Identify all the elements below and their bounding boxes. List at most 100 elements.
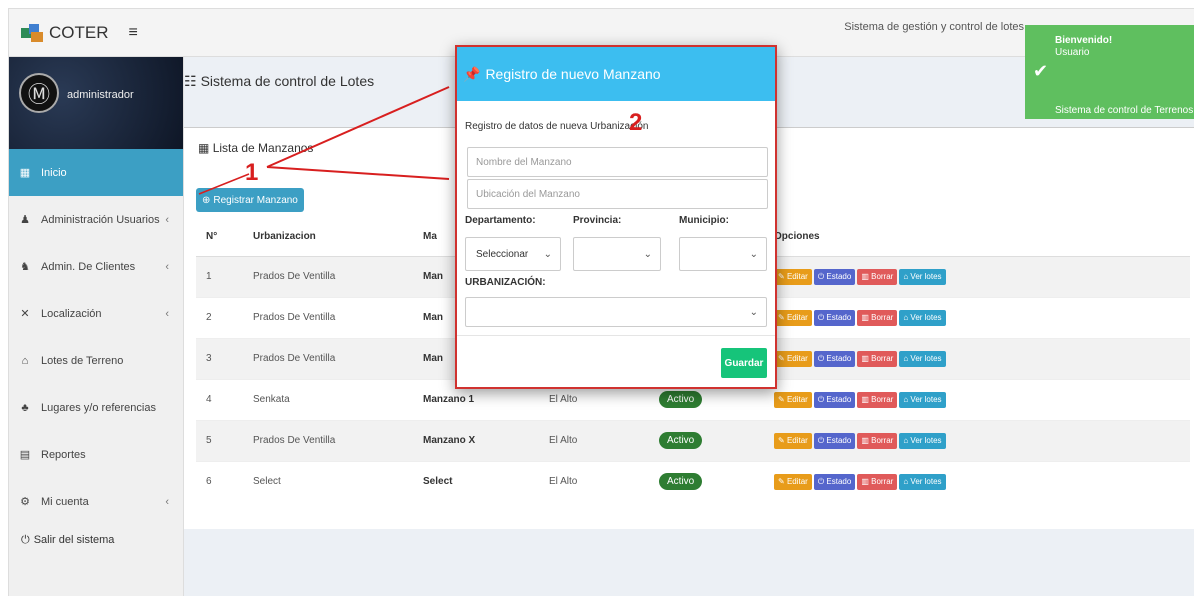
view-lots-button[interactable]: ⌂ Ver lotes (899, 473, 946, 490)
annotation-number-2: 2 (629, 109, 643, 136)
trash-icon: ▥ (861, 477, 869, 487)
view-lots-button[interactable]: ⌂ Ver lotes (899, 268, 946, 285)
logout-label: Salir del sistema (33, 534, 115, 546)
sidebar-item-micuenta[interactable]: ⚙ Mi cuenta ‹ (9, 478, 183, 525)
pencil-icon: ✎ (778, 436, 785, 445)
sidebar-item-reportes[interactable]: ▤ Reportes (9, 431, 183, 478)
toast-user: Usuario (1055, 47, 1090, 58)
municipio-label: Municipio: (679, 215, 729, 226)
edit-button[interactable]: ✎ Editar (774, 432, 812, 449)
sidebar: Ⓜ administrador ▦ Inicio ♟ Administració… (9, 57, 184, 596)
cell-options: ✎ Editar ⏻ Estado ▥ Borrar ⌂ Ver lotes (764, 419, 1190, 461)
modal-subtitle: Registro de datos de nueva Urbanización (465, 121, 649, 132)
edit-button[interactable]: ✎ Editar (774, 309, 812, 326)
cell-number: 5 (196, 419, 243, 461)
edit-button[interactable]: ✎ Editar (774, 268, 812, 285)
pin-icon: 📌 (463, 65, 481, 82)
cell-urbanizacion: Prados De Ventilla (243, 337, 413, 379)
power-icon: ⏻ (817, 271, 825, 281)
box-title: ▦ Lista de Manzanos (198, 141, 314, 155)
brand-logo[interactable]: COTER ≡ (9, 9, 184, 57)
provincia-select[interactable]: ⌄ (573, 237, 661, 271)
status-button[interactable]: ⏻ Estado (813, 473, 856, 490)
cell-urbanizacion: Prados De Ventilla (243, 255, 413, 297)
plus-circle-icon: ⊕ (202, 194, 211, 206)
delete-button[interactable]: ▥ Borrar (857, 309, 898, 326)
annotation-number-1: 1 (245, 159, 259, 186)
status-button[interactable]: ⏻ Estado (813, 350, 856, 367)
sidebar-item-label: Mi cuenta (41, 495, 89, 508)
register-manzano-modal: 📌 Registro de nuevo Manzano Registro de … (455, 45, 777, 389)
status-button[interactable]: ⏻ Estado (813, 432, 856, 449)
cogs-icon: ⚙ (20, 496, 30, 508)
welcome-toast[interactable]: Bienvenido! Usuario ✔ Sistema de control… (1025, 25, 1194, 119)
sidebar-item-lugares[interactable]: ♣ Lugares y/o referencias (9, 384, 183, 431)
power-icon: ⏻ (21, 533, 30, 546)
cell-manzano: Manzano X (413, 419, 539, 461)
sidebar-item-label: Localización (41, 307, 102, 320)
edit-button[interactable]: ✎ Editar (774, 473, 812, 490)
column-header: N° (196, 218, 243, 257)
column-header: Urbanizacion (243, 218, 413, 257)
delete-button[interactable]: ▥ Borrar (857, 268, 898, 285)
save-button[interactable]: Guardar (721, 348, 767, 378)
chevron-left-icon: ‹ (165, 495, 169, 508)
sidebar-item-label: Admin. De Clientes (41, 260, 136, 273)
delete-button[interactable]: ▥ Borrar (857, 391, 898, 408)
status-badge: Activo (659, 473, 703, 491)
municipio-select[interactable]: ⌄ (679, 237, 767, 271)
sidebar-item-clientes[interactable]: ♞ Admin. De Clientes ‹ (9, 243, 183, 290)
view-lots-button[interactable]: ⌂ Ver lotes (899, 432, 946, 449)
departamento-select[interactable]: Seleccionar ⌄ (465, 237, 561, 271)
cell-number: 4 (196, 378, 243, 420)
column-header: Opciones (764, 218, 1190, 257)
edit-button[interactable]: ✎ Editar (774, 391, 812, 408)
view-lots-button[interactable]: ⌂ Ver lotes (899, 350, 946, 367)
pencil-icon: ✎ (778, 354, 785, 363)
modal-title: Registro de nuevo Manzano (485, 66, 661, 82)
view-lots-button[interactable]: ⌂ Ver lotes (899, 309, 946, 326)
delete-button[interactable]: ▥ Borrar (857, 432, 898, 449)
power-icon: ⏻ (817, 435, 825, 445)
cell-urbanizacion: Prados De Ventilla (243, 419, 413, 461)
cell-estado: Activo (649, 460, 764, 502)
pencil-icon: ✎ (778, 395, 785, 404)
chevron-down-icon: ⌄ (643, 248, 652, 260)
status-badge: Activo (659, 391, 703, 408)
cell-manzano: Select (413, 460, 539, 502)
sidebar-item-inicio[interactable]: ▦ Inicio (9, 149, 183, 196)
cell-options: ✎ Editar ⏻ Estado ▥ Borrar ⌂ Ver lotes (764, 378, 1190, 420)
delete-button[interactable]: ▥ Borrar (857, 350, 898, 367)
toast-message: Sistema de control de Terrenos! (1055, 105, 1194, 116)
check-icon: ✔ (1033, 61, 1049, 81)
pencil-icon: ✎ (778, 272, 785, 281)
manzano-name-input[interactable]: Nombre del Manzano (467, 147, 768, 177)
cell-options: ✎ Editar ⏻ Estado ▥ Borrar ⌂ Ver lotes (764, 337, 1190, 379)
logout-link[interactable]: ⏻ Salir del sistema (9, 525, 183, 555)
modal-footer (457, 335, 775, 336)
edit-button[interactable]: ✎ Editar (774, 350, 812, 367)
sidebar-item-localizacion[interactable]: ✕ Localización ‹ (9, 290, 183, 337)
cell-urbanizacion: Senkata (243, 378, 413, 420)
view-lots-button[interactable]: ⌂ Ver lotes (899, 391, 946, 408)
provincia-label: Provincia: (573, 215, 622, 226)
status-button[interactable]: ⏻ Estado (813, 391, 856, 408)
table-row: 6 Select Select El Alto Activo ✎ Editar ⏻ Esta… (196, 460, 1190, 502)
app-window: COTER ≡ Sistema de gestión y control de … (8, 8, 1194, 596)
trash-icon: ▥ (861, 272, 869, 281)
hamburger-icon[interactable]: ≡ (129, 24, 138, 42)
sidebar-item-lotes[interactable]: ⌂ Lotes de Terreno (9, 337, 183, 384)
status-button[interactable]: ⏻ Estado (813, 268, 856, 285)
urbanizacion-select[interactable]: ⌄ (465, 297, 767, 327)
manzano-location-input[interactable]: Ubicación del Manzano (467, 179, 768, 209)
register-manzano-button[interactable]: ⊕ Registrar Manzano (196, 188, 304, 212)
system-title: Sistema de gestión y control de lotes (844, 21, 1024, 33)
status-button[interactable]: ⏻ Estado (813, 309, 856, 326)
sidebar-item-usuarios[interactable]: ♟ Administración Usuarios ‹ (9, 196, 183, 243)
cell-number: 1 (196, 255, 243, 297)
home-icon: ⌂ (903, 436, 909, 445)
home-icon: ⌂ (903, 313, 909, 322)
delete-button[interactable]: ▥ Borrar (857, 473, 898, 490)
urbanizacion-label: URBANIZACIÓN: (465, 277, 546, 288)
file-icon: ▤ (19, 449, 31, 461)
